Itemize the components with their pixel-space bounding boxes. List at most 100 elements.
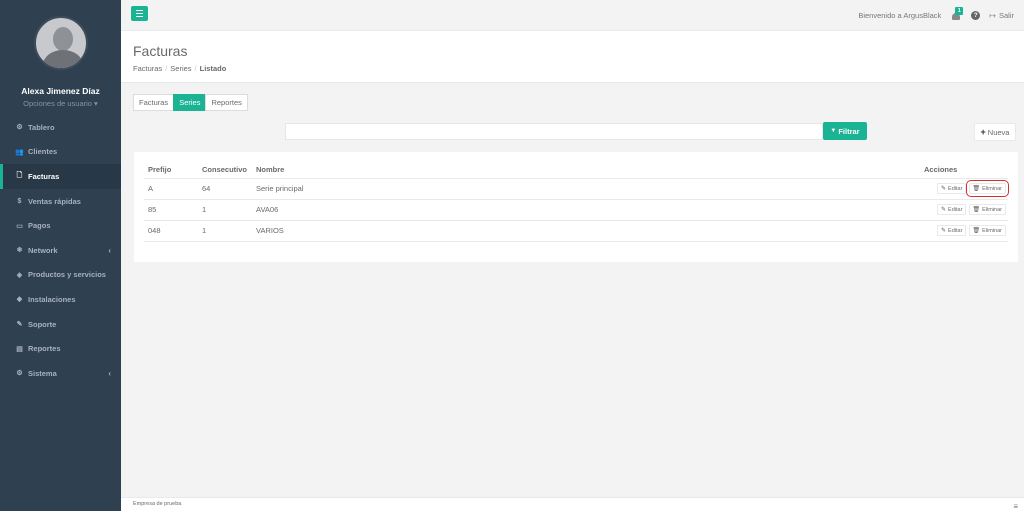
page-heading: Facturas Facturas / Series / Listado — [121, 31, 1024, 83]
tab-reportes[interactable]: Reportes — [205, 94, 248, 111]
sidebar-item-soporte[interactable]: ✎ Soporte — [0, 312, 121, 337]
sidebar-item-sistema[interactable]: ⚙ Sistema ‹ — [0, 361, 121, 386]
tabs: Facturas Series Reportes — [133, 94, 248, 111]
logout-link[interactable]: ↦ Salir — [989, 11, 1014, 20]
breadcrumb-series[interactable]: Series — [170, 64, 191, 73]
table-header-row: Prefijo Consecutivo Nombre Acciones — [144, 161, 1008, 179]
topbar: Bienvenido a ArgusBlack 1 ? ↦ Salir — [121, 0, 1024, 31]
cell-consecutivo: 1 — [198, 199, 252, 221]
edit-icon: ✎ — [941, 186, 947, 192]
col-consecutivo: Consecutivo — [198, 161, 252, 179]
sidebar: Alexa Jimenez Díaz Opciones de usuario ▾… — [0, 0, 121, 511]
dollar-icon: $ — [17, 197, 22, 205]
cell-consecutivo: 1 — [198, 220, 252, 242]
sidebar-item-label: Pagos — [28, 221, 51, 231]
cell-actions: ✎ Editar 🗑 Eliminar — [920, 178, 1009, 200]
delete-button[interactable]: 🗑 Eliminar — [965, 180, 1009, 197]
table-row: 85 1 AVA06 ✎ Editar 🗑 Eliminar — [144, 199, 1008, 221]
breadcrumb: Facturas / Series / Listado — [133, 64, 1024, 73]
sidebar-item-label: Network — [28, 245, 58, 255]
chevron-left-icon: ‹ — [108, 368, 111, 378]
edit-label: Editar — [948, 227, 963, 234]
money-icon: ▭ — [16, 222, 23, 230]
notifications-button[interactable]: 1 — [950, 6, 964, 22]
breadcrumb-separator: / — [194, 64, 197, 73]
edit-button[interactable]: ✎ Editar — [937, 183, 967, 194]
col-nombre: Nombre — [252, 161, 920, 179]
delete-label: Eliminar — [982, 185, 1002, 192]
sidebar-item-productos[interactable]: ◈ Productos y servicios — [0, 263, 121, 288]
trash-icon: 🗑 — [972, 228, 981, 234]
sidebar-item-facturas[interactable]: 🗋 Facturas — [0, 164, 121, 189]
sidebar-item-pagos[interactable]: ▭ Pagos — [0, 213, 121, 238]
edit-label: Editar — [948, 206, 963, 213]
footer: Empresa de prueba ≡ — [121, 497, 1024, 511]
delete-button[interactable]: 🗑 Eliminar — [968, 225, 1006, 236]
edit-label: Editar — [948, 185, 963, 192]
plug-icon: ◆ — [16, 296, 23, 304]
breadcrumb-separator: / — [165, 64, 168, 73]
list-icon[interactable]: ≡ — [1013, 500, 1018, 511]
delete-label: Eliminar — [982, 227, 1002, 234]
trash-icon: 🗑 — [972, 207, 981, 213]
table-row: A 64 Serie principal ✎ Editar 🗑 Eliminar — [144, 178, 1009, 200]
sidebar-item-label: Facturas — [28, 171, 60, 181]
report-icon: ▤ — [16, 345, 23, 353]
dashboard-icon: ⚙ — [16, 124, 23, 132]
edit-icon: ✎ — [941, 207, 947, 213]
new-series-button[interactable]: + Nueva — [974, 123, 1016, 141]
breadcrumb-listado: Listado — [199, 64, 227, 73]
edit-button[interactable]: ✎ Editar — [937, 204, 967, 215]
new-button-label: Nueva — [987, 127, 1010, 137]
cell-actions: ✎ Editar 🗑 Eliminar — [920, 220, 1008, 242]
hamburger-icon — [136, 10, 143, 12]
welcome-text: Bienvenido a ArgusBlack — [858, 11, 942, 20]
cell-consecutivo: 64 — [198, 178, 252, 200]
filter-button-label: Filtrar — [838, 126, 860, 136]
file-icon: 🗋 — [16, 171, 23, 179]
sidebar-item-label: Sistema — [28, 368, 57, 378]
sidebar-item-clientes[interactable]: 👥 Clientes — [0, 140, 121, 165]
tab-facturas[interactable]: Facturas — [133, 94, 175, 111]
delete-button[interactable]: 🗑 Eliminar — [968, 204, 1006, 215]
sidebar-item-reportes[interactable]: ▤ Reportes — [0, 336, 121, 361]
topbar-right: Bienvenido a ArgusBlack 1 ? ↦ Salir — [858, 0, 1014, 31]
sidebar-item-network[interactable]: ❄ Network ‹ — [0, 238, 121, 263]
sidebar-item-label: Instalaciones — [28, 294, 76, 304]
tab-series[interactable]: Series — [173, 94, 207, 111]
gears-icon: ⚙ — [16, 370, 23, 378]
series-panel: Prefijo Consecutivo Nombre Acciones A 64… — [134, 152, 1018, 262]
user-options-dropdown[interactable]: Opciones de usuario ▾ — [0, 99, 121, 108]
sidebar-item-instalaciones[interactable]: ◆ Instalaciones — [0, 287, 121, 312]
sidebar-item-ventas-rapidas[interactable]: $ Ventas rápidas — [0, 189, 121, 214]
filter-button[interactable]: ▼ Filtrar — [823, 122, 867, 140]
plus-icon: + — [980, 127, 986, 137]
sidebar-menu: ⚙ Tablero 👥 Clientes 🗋 Facturas $ Ventas ráp… — [0, 115, 121, 386]
company-name: Empresa de prueba — [133, 501, 182, 507]
user-name: Alexa Jimenez Díaz — [21, 86, 100, 96]
cell-prefijo: A — [144, 178, 198, 200]
page-title: Facturas — [133, 43, 188, 59]
cell-prefijo: 048 — [144, 220, 198, 242]
sidebar-item-tablero[interactable]: ⚙ Tablero — [0, 115, 121, 140]
avatar[interactable] — [33, 16, 88, 70]
tag-icon: ◈ — [16, 271, 23, 279]
cell-prefijo: 85 — [144, 199, 198, 221]
menu-toggle-button[interactable] — [131, 6, 148, 21]
delete-label: Eliminar — [982, 206, 1002, 213]
wrench-icon: ✎ — [16, 321, 23, 329]
help-icon[interactable]: ? — [971, 11, 981, 20]
col-acciones: Acciones — [920, 161, 1008, 179]
breadcrumb-facturas[interactable]: Facturas — [133, 64, 162, 73]
cell-nombre: AVA06 — [252, 199, 920, 221]
edit-button[interactable]: ✎ Editar — [937, 225, 967, 236]
sidebar-item-label: Productos y servicios — [28, 270, 106, 280]
sidebar-item-label: Reportes — [28, 344, 61, 354]
sign-out-icon: ↦ — [989, 11, 996, 20]
col-prefijo: Prefijo — [144, 161, 198, 179]
logout-label: Salir — [998, 11, 1014, 20]
notification-badge: 1 — [955, 6, 964, 15]
sidebar-item-label: Clientes — [28, 147, 58, 157]
table-row: 048 1 VARIOS ✎ Editar 🗑 Eliminar — [144, 220, 1008, 242]
filter-input[interactable] — [285, 123, 823, 140]
